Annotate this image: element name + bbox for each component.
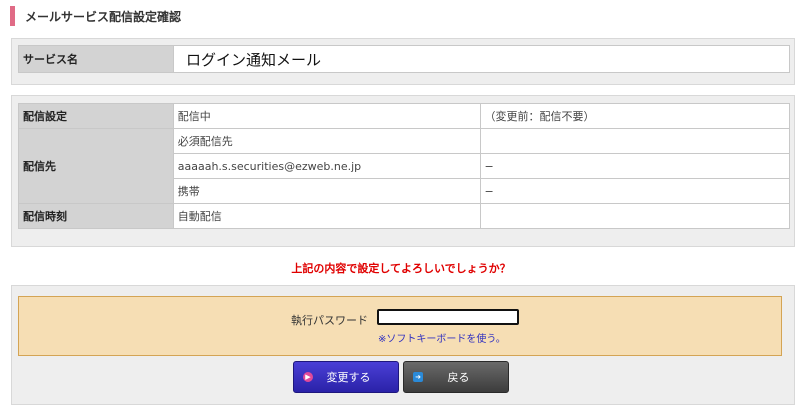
delivery-setting-note: （変更前：配信不要） <box>479 103 791 129</box>
title-accent-bar <box>10 6 15 26</box>
destination-email-note: − <box>479 153 791 179</box>
table-row: 配信時刻 自動配信 <box>18 203 791 229</box>
page-title: メールサービス配信設定確認 <box>10 6 181 26</box>
delivery-settings-panel: 配信設定 配信中 （変更前：配信不要） 配信先 必須配信先 aaaaah.s.s… <box>11 95 795 247</box>
table-row: 配信先 必須配信先 <box>18 128 791 204</box>
arrow-right-icon: ➜ <box>413 372 423 382</box>
delivery-settings-table: 配信設定 配信中 （変更前：配信不要） 配信先 必須配信先 aaaaah.s.s… <box>18 103 791 229</box>
service-name-table: サービス名 ログイン通知メール <box>18 45 790 73</box>
password-panel: 執行パスワード ※ソフトキーボードを使う。 ▶ 変更する ➜ 戻る <box>11 285 795 405</box>
soft-keyboard-link[interactable]: ※ソフトキーボードを使う。 <box>378 330 506 345</box>
service-name-value: ログイン通知メール <box>173 45 790 73</box>
confirm-message: 上記の内容で設定してよろしいでしょうか？ <box>291 262 511 275</box>
destination-mobile-note: − <box>479 178 791 204</box>
play-icon: ▶ <box>303 372 313 382</box>
password-label: 執行パスワード <box>291 314 368 327</box>
delivery-time-value: 自動配信 <box>172 203 481 229</box>
service-name-panel: サービス名 ログイン通知メール <box>11 38 795 85</box>
password-box: 執行パスワード ※ソフトキーボードを使う。 <box>18 296 782 356</box>
page-title-text: メールサービス配信設定確認 <box>25 9 182 24</box>
service-name-label: サービス名 <box>18 45 174 73</box>
destination-mobile: 携帯 <box>172 178 481 204</box>
back-button[interactable]: ➜ 戻る <box>403 361 509 393</box>
delivery-time-note <box>479 203 791 229</box>
destination-label: 配信先 <box>18 128 174 204</box>
password-input[interactable] <box>377 309 519 325</box>
delivery-setting-label: 配信設定 <box>18 103 174 129</box>
destination-required-note <box>479 128 791 154</box>
destination-required: 必須配信先 <box>172 128 481 154</box>
service-name-row: サービス名 ログイン通知メール <box>18 45 790 73</box>
delivery-time-label: 配信時刻 <box>18 203 174 229</box>
delivery-setting-value: 配信中 <box>172 103 481 129</box>
change-button[interactable]: ▶ 変更する <box>293 361 399 393</box>
change-button-label: 変更する <box>326 371 371 384</box>
back-button-label: 戻る <box>447 371 470 384</box>
table-row: 配信設定 配信中 （変更前：配信不要） <box>18 103 791 129</box>
destination-email: aaaaah.s.securities@ezweb.ne.jp <box>172 153 481 179</box>
